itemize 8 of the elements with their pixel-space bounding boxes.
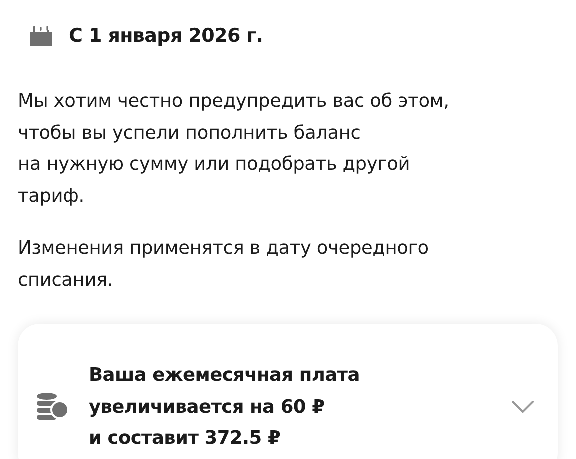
chevron-icon[interactable] xyxy=(512,401,534,414)
notice-text: Мы хотим честно предупредить вас об этом, чтобы вы успели пополнить баланс на нужную сумму или подобрать другой тариф. xyxy=(17,90,450,208)
notice-text: Изменения применятся в дату очередного списания. xyxy=(17,237,430,292)
calendar-icon xyxy=(30,26,52,46)
coins-icon xyxy=(37,393,69,422)
price-change-text: Ваша ежемесячная плата увеличивается на 60 ₽ и составит 372.5 ₽ xyxy=(89,364,361,451)
date-heading: С 1 января 2026 г. xyxy=(69,25,264,47)
price-change-card[interactable]: Ваша ежемесячная плата увеличивается на 60 ₽ и составит 372.5 ₽ xyxy=(18,324,558,459)
